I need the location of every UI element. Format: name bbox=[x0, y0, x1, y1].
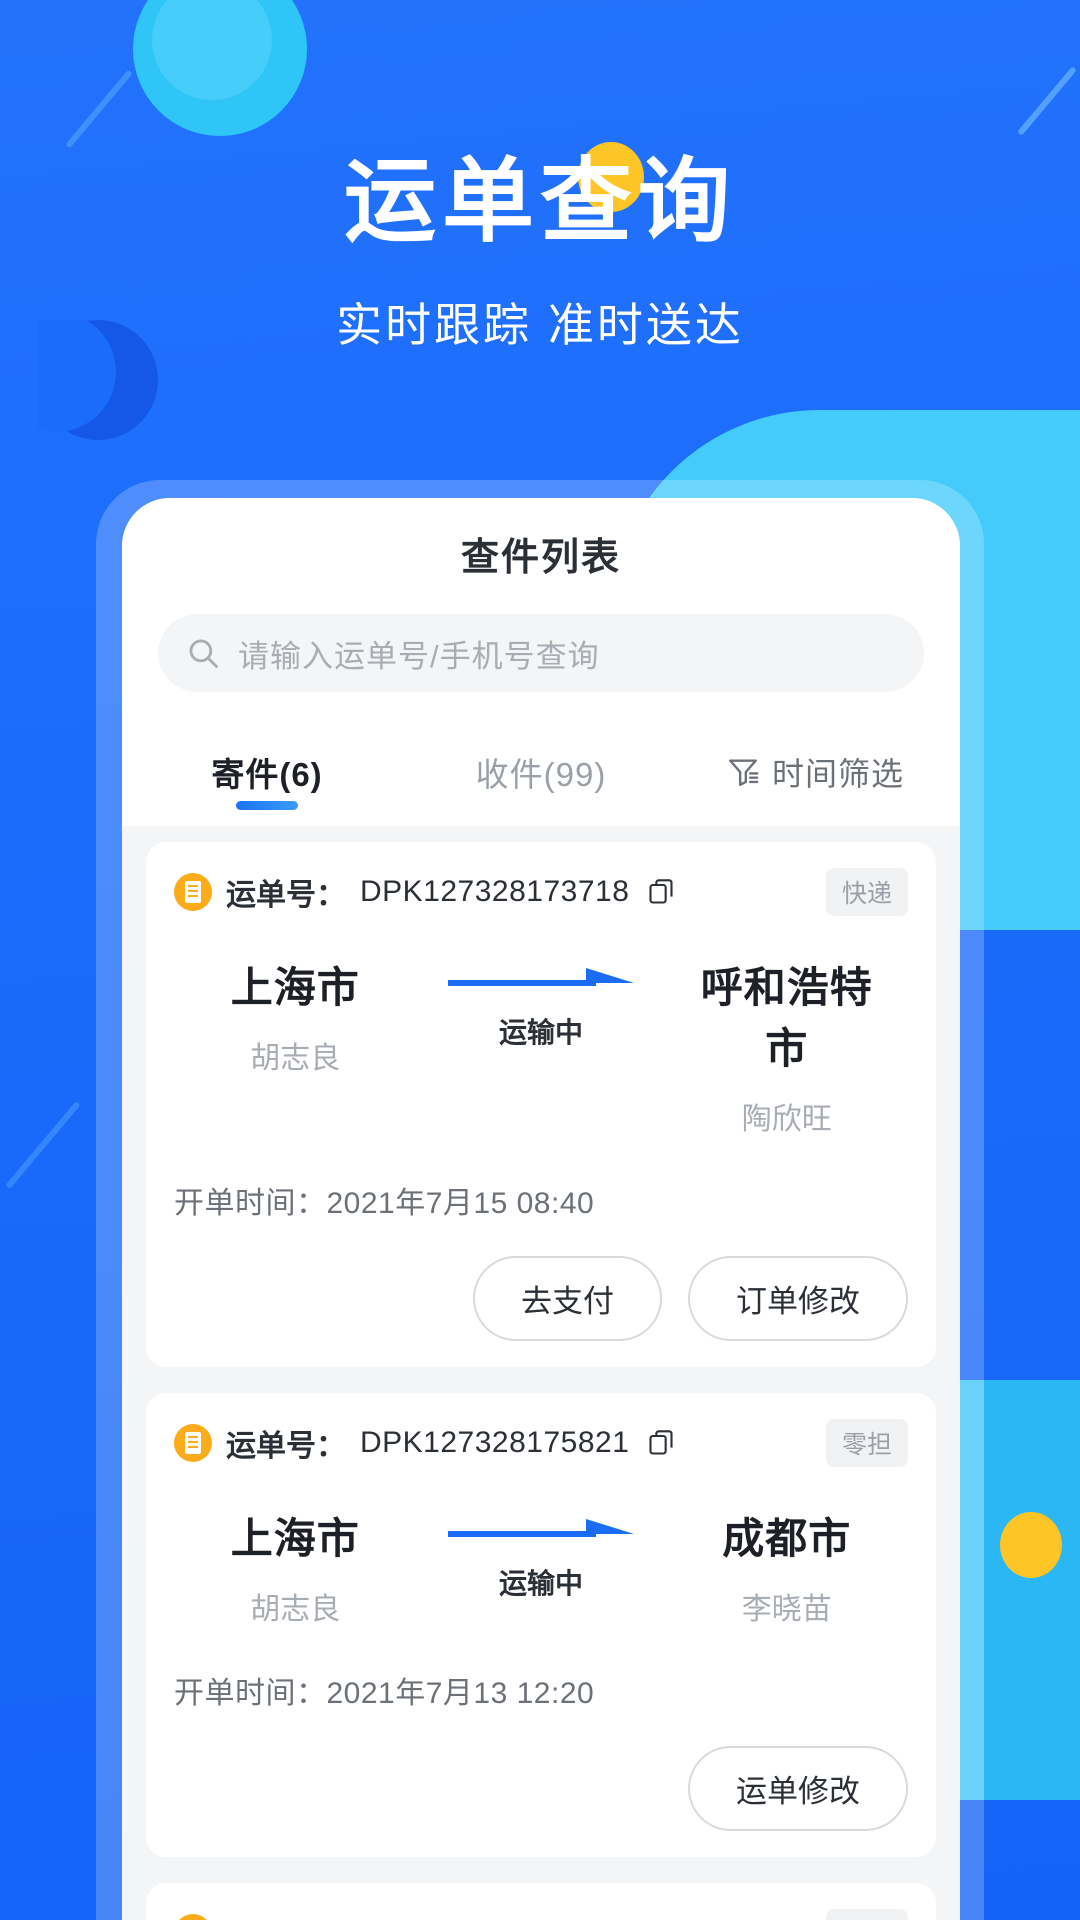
order-list[interactable]: 运单号： DPK127328173718 快递 上海市 胡志良 运输中 呼和浩特… bbox=[122, 826, 960, 1920]
arrow-right-icon bbox=[448, 968, 634, 986]
route-status: 运输中 bbox=[498, 1568, 583, 1599]
order-time: 开单时间：2021年7月13 12:20 bbox=[174, 1668, 908, 1712]
origin-city: 上海市 bbox=[230, 964, 360, 1011]
decorative-yellow-dot-bottom bbox=[1000, 1512, 1062, 1578]
route-status: 运输中 bbox=[498, 1017, 583, 1048]
order-time-label: 开单时间： bbox=[174, 1187, 327, 1220]
tab-active-indicator bbox=[236, 801, 298, 810]
order-no-label: 运单号： bbox=[226, 1911, 346, 1920]
order-no-value: DPK127328173718 bbox=[360, 875, 630, 908]
dest-person: 李晓苗 bbox=[741, 1593, 832, 1626]
dest-city: 成都市 bbox=[722, 1515, 852, 1562]
order-card[interactable]: 运单号： DPK127328178912 快递 bbox=[146, 1883, 936, 1920]
phone-screen: 查件列表 请输入运单号/手机号查询 寄件(6) 收件(99) 时间筛选 运单号：… bbox=[122, 498, 960, 1920]
origin-city: 上海市 bbox=[230, 1515, 360, 1562]
order-actions: 去支付 订单修改 bbox=[174, 1256, 908, 1341]
status-badge: 快递 bbox=[825, 1909, 908, 1920]
status-badge: 零担 bbox=[825, 1419, 908, 1467]
order-time-value: 2021年7月13 12:20 bbox=[326, 1677, 595, 1710]
dest-city: 呼和浩特市 bbox=[700, 964, 873, 1072]
bill-document-icon bbox=[174, 873, 212, 911]
decorative-slash-left bbox=[65, 69, 133, 149]
route-middle: 运输中 bbox=[401, 954, 682, 1051]
edit-waybill-button[interactable]: 运单修改 bbox=[688, 1746, 908, 1831]
copy-icon[interactable] bbox=[647, 1429, 675, 1457]
decorative-cyan-block-dark bbox=[984, 1380, 1080, 1800]
tab-receive-label: 收件(99) bbox=[475, 756, 607, 793]
tab-send[interactable]: 寄件(6) bbox=[130, 718, 404, 826]
arrow-right-icon bbox=[448, 1519, 634, 1537]
hero-title-block: 运单查询 实时跟踪 准时送达 bbox=[0, 151, 1080, 355]
order-no-value: DPK127328178912 bbox=[360, 1916, 629, 1920]
order-time: 开单时间：2021年7月15 08:40 bbox=[174, 1178, 908, 1222]
order-time-label: 开单时间： bbox=[174, 1677, 327, 1710]
search-area: 请输入运单号/手机号查询 bbox=[122, 608, 960, 718]
order-time-value: 2021年7月15 08:40 bbox=[326, 1187, 595, 1220]
search-icon bbox=[186, 636, 220, 670]
order-card[interactable]: 运单号： DPK127328175821 零担 上海市 胡志良 运输中 成都市 … bbox=[146, 1393, 936, 1857]
dest-person: 陶欣旺 bbox=[741, 1103, 832, 1136]
route-destination: 呼和浩特市 陶欣旺 bbox=[681, 954, 892, 1138]
tab-receive[interactable]: 收件(99) bbox=[404, 718, 678, 826]
tab-send-label: 寄件(6) bbox=[211, 756, 323, 793]
route-row: 上海市 胡志良 运输中 呼和浩特市 陶欣旺 bbox=[174, 954, 908, 1138]
decorative-slash-right bbox=[1017, 66, 1077, 136]
page-title: 运单查询 bbox=[343, 151, 736, 253]
bill-document-icon bbox=[174, 1424, 212, 1462]
time-filter-button[interactable]: 时间筛选 bbox=[678, 749, 952, 795]
page-subtitle: 实时跟踪 准时送达 bbox=[336, 299, 744, 352]
origin-person: 胡志良 bbox=[250, 1042, 341, 1075]
edit-order-button[interactable]: 订单修改 bbox=[688, 1256, 908, 1341]
search-placeholder: 请输入运单号/手机号查询 bbox=[238, 638, 600, 674]
order-header: 运单号： DPK127328175821 零担 bbox=[174, 1419, 908, 1467]
route-middle: 运输中 bbox=[401, 1505, 682, 1602]
order-header: 运单号： DPK127328178912 快递 bbox=[174, 1909, 908, 1920]
time-filter-label: 时间筛选 bbox=[771, 756, 904, 792]
bill-document-icon bbox=[174, 1914, 212, 1920]
copy-icon[interactable] bbox=[647, 878, 675, 906]
app-header-title: 查件列表 bbox=[460, 536, 621, 579]
search-input[interactable]: 请输入运单号/手机号查询 bbox=[158, 614, 924, 692]
origin-person: 胡志良 bbox=[250, 1593, 341, 1626]
route-row: 上海市 胡志良 运输中 成都市 李晓苗 bbox=[174, 1505, 908, 1628]
filter-funnel-icon bbox=[726, 755, 760, 789]
route-origin: 上海市 胡志良 bbox=[190, 1505, 401, 1628]
order-header: 运单号： DPK127328173718 快递 bbox=[174, 868, 908, 916]
tab-bar: 寄件(6) 收件(99) 时间筛选 bbox=[122, 718, 960, 826]
order-no-value: DPK127328175821 bbox=[360, 1426, 630, 1459]
order-card[interactable]: 运单号： DPK127328173718 快递 上海市 胡志良 运输中 呼和浩特… bbox=[146, 842, 936, 1367]
status-badge: 快递 bbox=[825, 868, 908, 916]
order-no-label: 运单号： bbox=[226, 1430, 346, 1463]
order-actions: 运单修改 bbox=[174, 1746, 908, 1831]
pay-button[interactable]: 去支付 bbox=[473, 1256, 662, 1341]
route-origin: 上海市 胡志良 bbox=[190, 954, 401, 1077]
decorative-slash-bottom-left bbox=[5, 1100, 81, 1190]
order-no-label: 运单号： bbox=[226, 879, 346, 912]
app-header: 查件列表 bbox=[122, 498, 960, 608]
route-destination: 成都市 李晓苗 bbox=[681, 1505, 892, 1628]
